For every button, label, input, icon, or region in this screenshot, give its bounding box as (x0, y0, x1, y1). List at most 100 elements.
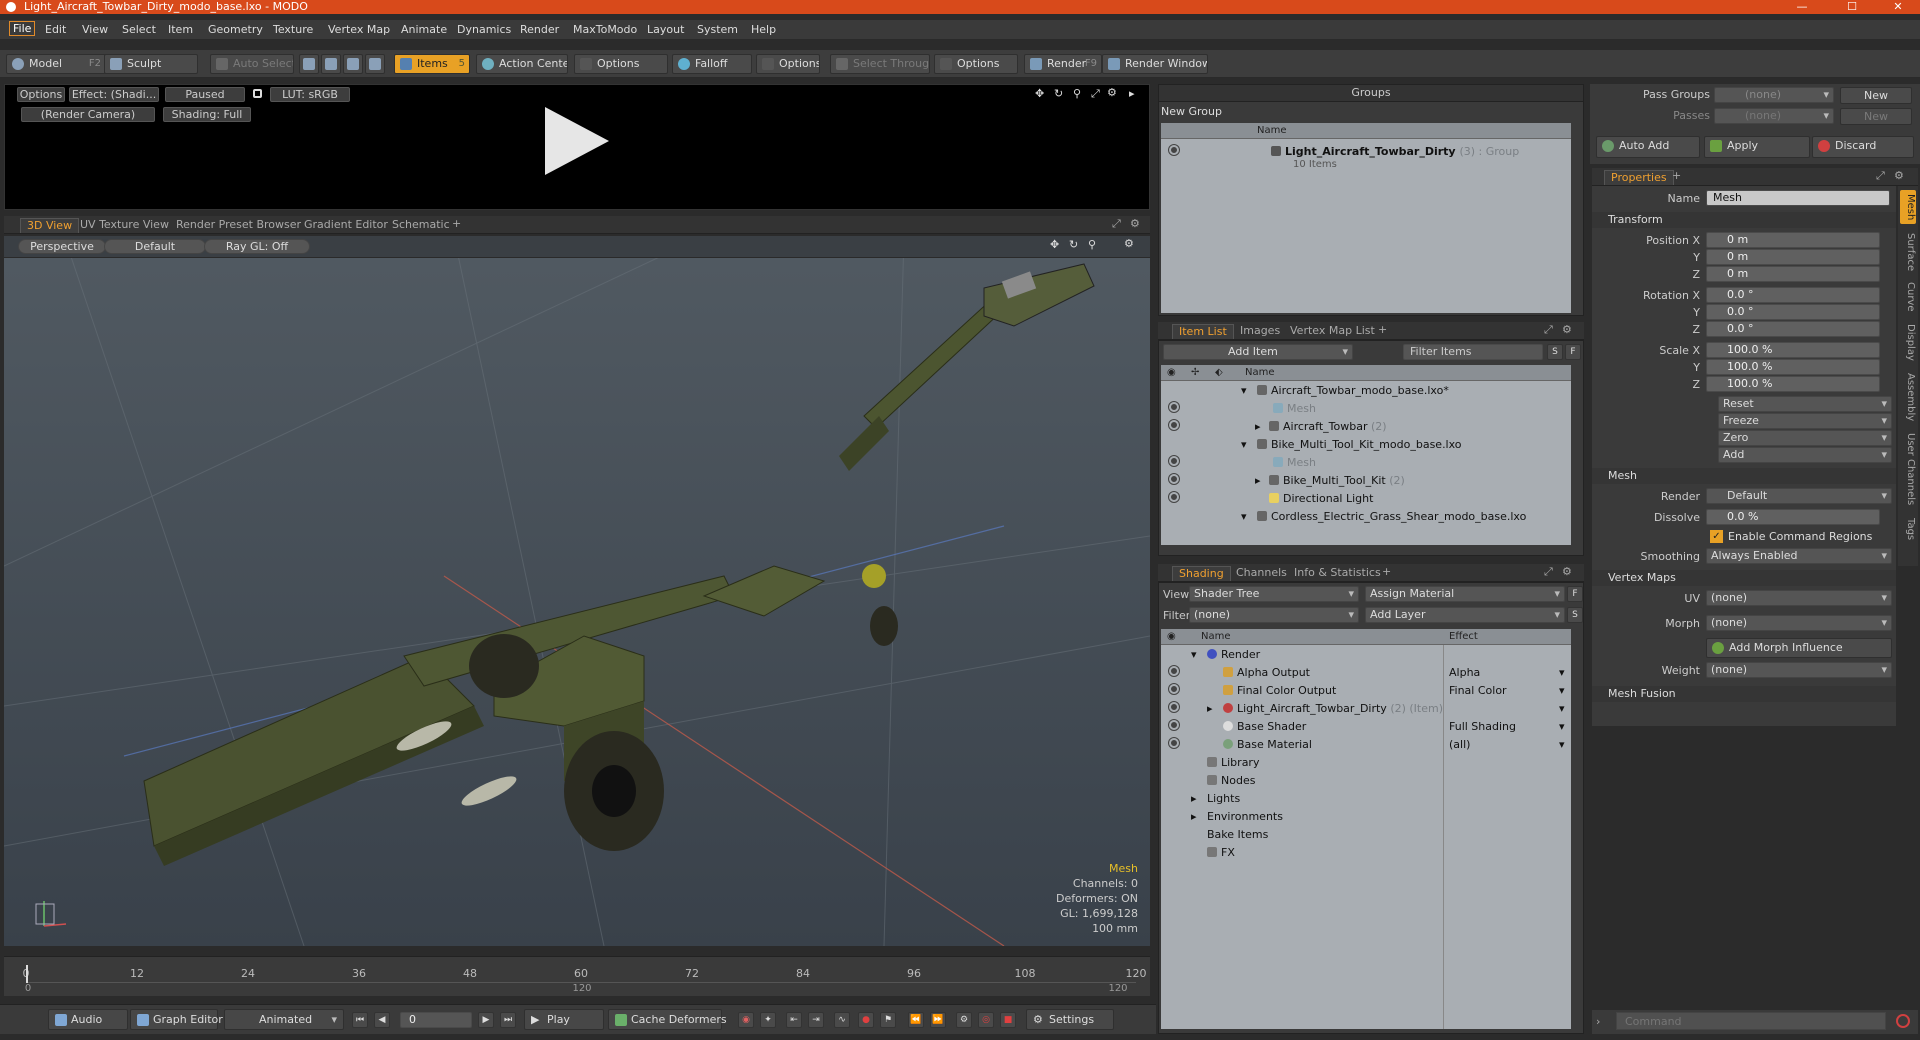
zoom-view-icon[interactable]: ⚲ (1088, 238, 1096, 251)
eye-icon[interactable] (1169, 738, 1179, 748)
tab-uv-texture-view[interactable]: UV Texture View (74, 218, 175, 233)
list-item[interactable]: ▾ Bike_Multi_Tool_Kit_modo_base.lxo (1161, 436, 1571, 454)
shader-row[interactable]: Library (1161, 754, 1571, 772)
menu-system[interactable]: System (697, 23, 738, 36)
gear-icon[interactable]: ⚙ (1130, 217, 1140, 230)
position-y-field[interactable]: 0 m (1706, 249, 1880, 265)
add-tab-icon[interactable]: + (1382, 565, 1391, 578)
next-key-icon[interactable]: ⇥ (808, 1012, 824, 1028)
maximize-panel-icon[interactable]: ⤢ (1876, 169, 1885, 183)
effect-dropdown[interactable]: Effect: (Shadi... (69, 87, 159, 102)
gear-icon[interactable]: ⚙ (1124, 237, 1134, 250)
playhead[interactable] (26, 965, 28, 983)
side-tab-assembly[interactable]: Assembly (1900, 370, 1916, 424)
ik-icon[interactable]: ⚙ (956, 1012, 972, 1028)
eye-icon[interactable] (1169, 720, 1179, 730)
effect-dropdown-arrow[interactable]: ▾ (1559, 700, 1565, 717)
maximize-view-icon[interactable]: ⤢ (1091, 87, 1100, 101)
add-tab-icon[interactable]: + (452, 217, 461, 230)
reset-dropdown[interactable]: Reset (1718, 396, 1892, 412)
tab-gradient-editor[interactable]: Gradient Editor (298, 218, 394, 233)
tab-images[interactable]: Images (1234, 324, 1286, 339)
falloff-options-button[interactable]: Options (756, 54, 820, 74)
tab-shading[interactable]: Shading (1172, 566, 1231, 581)
effect-value[interactable]: Alpha (1449, 664, 1480, 681)
tab-schematic[interactable]: Schematic (386, 218, 456, 233)
list-item[interactable]: ▸ Bike_Multi_Tool_Kit (2) (1161, 472, 1571, 490)
passes-dropdown[interactable]: (none) (1714, 108, 1834, 124)
graph-editor-button[interactable]: Graph Editor (130, 1009, 223, 1030)
minimize-button[interactable]: — (1782, 0, 1822, 14)
shader-row[interactable]: Base Material (all) ▾ (1161, 736, 1571, 754)
edges-mode-button[interactable] (321, 54, 341, 74)
record-mode-icon[interactable]: ◎ (978, 1012, 994, 1028)
assign-material-dropdown[interactable]: Assign Material (1365, 586, 1565, 602)
position-x-field[interactable]: 0 m (1706, 232, 1880, 248)
go-to-end-icon[interactable]: ⏭ (500, 1012, 516, 1028)
curve-icon[interactable]: ∿ (834, 1012, 850, 1028)
frame-field[interactable]: 0 (400, 1012, 472, 1028)
render-dropdown[interactable]: Default (1706, 488, 1892, 504)
model-button[interactable]: Model F2 (6, 54, 106, 74)
prev-key-icon[interactable]: ⇤ (786, 1012, 802, 1028)
effect-value[interactable]: (all) (1449, 736, 1470, 753)
settings-button[interactable]: ⚙ Settings (1026, 1009, 1114, 1030)
eye-icon[interactable] (1169, 666, 1179, 676)
maximize-button[interactable]: ☐ (1832, 0, 1872, 14)
menu-texture[interactable]: Texture (273, 23, 313, 36)
add-morph-influence-button[interactable]: Add Morph Influence (1706, 638, 1892, 658)
auto-select-button[interactable]: Auto Select (210, 54, 294, 74)
mesh-section[interactable]: Mesh (1592, 468, 1896, 484)
timeline-ruler[interactable]: 0 12 24 36 48 60 72 84 96 108 120 (23, 965, 1147, 983)
menu-geometry[interactable]: Geometry (208, 23, 263, 36)
gear-icon[interactable]: ⚙ (1562, 565, 1572, 578)
effect-value[interactable]: Full Shading (1449, 718, 1516, 735)
zero-dropdown[interactable]: Zero (1718, 430, 1892, 446)
view-dropdown[interactable]: Shader Tree (1189, 586, 1359, 602)
lock-icon[interactable] (253, 89, 262, 98)
vertices-mode-button[interactable] (299, 54, 319, 74)
record-icon[interactable]: ● (858, 1012, 874, 1028)
ray-gl-button[interactable]: Ray GL: Off (204, 239, 310, 254)
effect-value[interactable]: Final Color (1449, 682, 1507, 699)
groups-list[interactable]: Name Light_Aircraft_Towbar_Dirty (3) : G… (1161, 123, 1571, 313)
materials-mode-button[interactable] (365, 54, 385, 74)
side-tab-user-channels[interactable]: User Channels (1900, 430, 1916, 508)
tab-3d-view[interactable]: 3D View (20, 218, 80, 233)
key-filter-icon[interactable]: ⚑ (880, 1012, 896, 1028)
vertex-maps-section[interactable]: Vertex Maps (1592, 570, 1896, 586)
weight-dropdown[interactable]: (none) (1706, 662, 1892, 678)
expand-arrow-icon[interactable]: ▸ (1255, 418, 1261, 435)
freeze-dropdown[interactable]: Freeze (1718, 413, 1892, 429)
smoothing-dropdown[interactable]: Always Enabled (1706, 548, 1892, 564)
list-item[interactable]: ▸ Aircraft_Towbar (2) (1161, 418, 1571, 436)
shader-tree[interactable]: ◉ Name Effect ▾ Render Alpha Output Alpha ▾… (1161, 629, 1571, 1029)
rotation-z-field[interactable]: 0.0 ° (1706, 321, 1880, 337)
shader-row[interactable]: Alpha Output Alpha ▾ (1161, 664, 1571, 682)
tab-channels[interactable]: Channels (1230, 566, 1293, 581)
menu-view[interactable]: View (82, 23, 108, 36)
rotation-x-field[interactable]: 0.0 ° (1706, 287, 1880, 303)
eye-icon[interactable] (1169, 402, 1179, 412)
filter-s-button[interactable]: S (1547, 344, 1563, 360)
effect-dropdown-arrow[interactable]: ▾ (1559, 682, 1565, 699)
render-button[interactable]: Render F9 (1024, 54, 1102, 74)
scale-y-field[interactable]: 100.0 % (1706, 359, 1880, 375)
menu-item[interactable]: Item (168, 23, 193, 36)
shader-row[interactable]: ▾ Render (1161, 646, 1571, 664)
filter-items-field[interactable]: Filter Items (1403, 344, 1543, 360)
step-back-icon[interactable]: ◀ (374, 1012, 390, 1028)
prev-keyframe-icon[interactable]: ⏪ (908, 1012, 924, 1028)
list-item[interactable]: Mesh (1161, 454, 1571, 472)
select-through-button[interactable]: Select Through (830, 54, 930, 74)
menu-file[interactable]: File (9, 21, 36, 36)
shader-row[interactable]: FX (1161, 844, 1571, 862)
play-icon[interactable] (545, 107, 609, 175)
mesh-fusion-section[interactable]: Mesh Fusion (1592, 686, 1896, 702)
select-through-options-button[interactable]: Options (934, 54, 1018, 74)
effect-dropdown-arrow[interactable]: ▾ (1559, 718, 1565, 735)
group-row[interactable]: Light_Aircraft_Towbar_Dirty (3) : Group … (1161, 143, 1571, 173)
list-item[interactable]: ▾ Cordless_Electric_Grass_Shear_modo_base… (1161, 508, 1571, 526)
zoom-view-icon[interactable]: ⚲ (1073, 87, 1081, 100)
gear-icon[interactable]: ⚙ (1894, 169, 1904, 182)
